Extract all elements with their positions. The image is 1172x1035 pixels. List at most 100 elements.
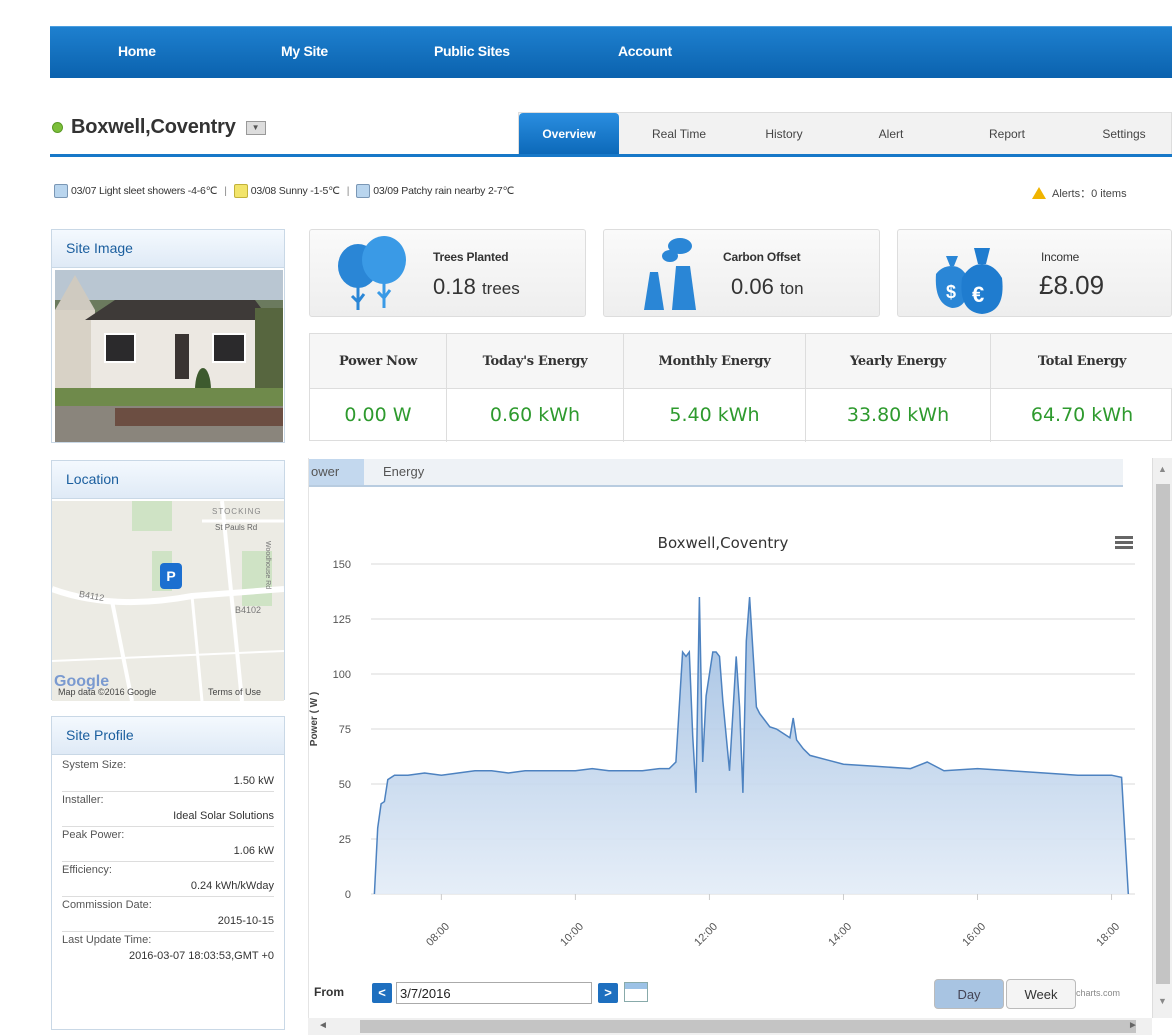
profile-row: Peak Power: 1.06 kW [62,827,274,862]
scroll-down-icon[interactable]: ▼ [1158,996,1167,1006]
energy-value: 0.00 W [344,404,412,426]
income-label: Income [1041,250,1080,264]
energy-header: Power Now [310,334,446,389]
scrollbar-thumb[interactable] [1156,484,1170,984]
profile-label: Commission Date: [62,899,152,911]
energy-cell-power-now: Power Now 0.00 W [310,334,447,442]
profile-value: 1.50 kW [233,775,274,787]
map-street-label: St Pauls Rd [215,523,258,532]
nav-my-site[interactable]: My Site [281,43,328,59]
carbon-unit: ton [779,279,804,298]
from-label: From [314,985,344,999]
scrollbar-thumb[interactable] [360,1020,1136,1033]
income-value: £8.09 [1039,270,1105,300]
status-online-icon [52,122,63,133]
tab-bar: Overview Real Time History Alert Report … [518,112,1172,155]
chart-credit: charts.com [1076,988,1121,998]
alerts-link[interactable]: Alerts：0 items [1032,185,1127,201]
chart-title: Boxwell,Coventry [658,534,789,552]
energy-cell-monthly: Monthly Energy 5.40 kWh [624,334,806,442]
profile-value: 1.06 kW [233,845,274,857]
x-tick-label: 08:00 [424,921,452,949]
nav-account[interactable]: Account [618,43,672,59]
profile-label: Last Update Time: [62,934,152,946]
weather-forecast: 03/07 Light sleet showers -4-6℃ | 03/08 … [54,184,514,198]
site-profile-title: Site Profile [52,717,284,755]
weather-day-1: 03/07 Light sleet showers -4-6℃ [71,185,218,197]
date-input[interactable] [396,982,592,1004]
profile-row: Efficiency: 0.24 kWh/kWday [62,862,274,897]
sun-icon [233,184,248,198]
trees-icon [338,236,406,310]
energy-value: 64.70 kWh [1030,404,1134,426]
profile-label: System Size: [62,759,127,771]
weather-day-2: 03/08 Sunny -1-5℃ [250,185,340,197]
location-panel: Location STOCKING St Pauls Rd B4112 B410… [51,460,285,701]
profile-row: Commission Date: 2015-10-15 [62,897,274,932]
profile-label: Efficiency: [62,864,112,876]
site-header: Boxwell,Coventry ▼ [52,116,266,139]
location-title: Location [52,461,284,499]
map-terms-link[interactable]: Terms of Use [208,687,261,697]
site-image-panel: Site Image [51,229,285,443]
horizontal-scrollbar[interactable]: ◄ ► [308,1018,1152,1035]
series-area [374,597,1129,894]
profile-value: 2016-03-07 18:03:53,GMT +0 [128,950,274,962]
site-name: Boxwell,Coventry [71,116,236,138]
carbon-label: Carbon Offset [723,250,801,264]
money-bags-icon: $ € [935,248,1003,314]
cloud-rain-icon [356,184,371,198]
x-tick-label: 10:00 [558,921,586,949]
site-profile-panel: Site Profile System Size: 1.50 kW Install… [51,716,285,1030]
location-map[interactable]: STOCKING St Pauls Rd B4112 B4102 Woodhou… [52,501,284,701]
map-area-label: STOCKING [212,507,262,516]
energy-cell-today: Today's Energy 0.60 kWh [447,334,624,442]
map-pin-icon[interactable]: P [160,563,182,589]
nav-public-sites[interactable]: Public Sites [434,43,510,59]
site-dropdown-icon[interactable]: ▼ [245,120,266,135]
tab-history[interactable]: History [744,113,824,155]
energy-value: 0.60 kWh [489,404,581,426]
y-tick-label: 100 [333,669,351,681]
tab-settings[interactable]: Settings [1079,113,1169,155]
profile-label: Installer: [62,794,104,806]
warning-icon [1032,187,1046,199]
svg-text:€: € [972,282,984,307]
y-tick-label: 25 [339,834,351,846]
prev-date-button[interactable]: < [372,983,392,1003]
map-copyright: Map data ©2016 Google [58,687,157,697]
trees-value-line: 0.18 trees [433,274,520,300]
energy-cell-yearly: Yearly Energy 33.80 kWh [806,334,991,442]
next-date-button[interactable]: > [598,983,618,1003]
chart-tab-power[interactable]: ower [309,459,364,485]
map-road-label-3: Woodhouse Rd [264,541,271,590]
week-button[interactable]: Week [1006,979,1076,1009]
profile-list: System Size: 1.50 kW Installer: Ideal Sola… [52,755,284,966]
scroll-right-icon[interactable]: ► [1128,1020,1138,1031]
tab-alert[interactable]: Alert [851,113,931,155]
calendar-icon[interactable] [624,982,648,1002]
nav-home[interactable]: Home [118,43,156,59]
trees-planted-card: Trees Planted 0.18 trees [309,229,586,317]
tab-underline [50,154,1172,157]
y-axis-label: Power ( W ) [309,692,320,746]
carbon-value-line: 0.06 ton [731,274,804,300]
scroll-up-icon[interactable]: ▲ [1158,464,1167,474]
scroll-left-icon[interactable]: ◄ [318,1020,328,1031]
carbon-offset-card: Carbon Offset 0.06 ton [603,229,880,317]
tab-real-time[interactable]: Real Time [634,113,724,155]
energy-cell-total: Total Energy 64.70 kWh [991,334,1172,442]
day-button[interactable]: Day [934,979,1004,1009]
power-chart: Boxwell,Coventry 0 25 50 75 100 125 150 Power ( … [309,534,1135,949]
site-photo[interactable] [55,270,283,442]
tab-report[interactable]: Report [967,113,1047,155]
map-road-label-2: B4102 [235,605,262,615]
chart-tab-energy[interactable]: Energy [383,459,424,485]
vertical-scrollbar[interactable]: ▲ ▼ [1152,458,1172,1018]
tab-overview[interactable]: Overview [519,113,619,155]
y-tick-label: 125 [333,614,351,626]
energy-header: Yearly Energy [806,334,990,389]
top-navigation: Home My Site Public Sites Account [50,26,1172,78]
profile-row: Last Update Time: 2016-03-07 18:03:53,GMT… [62,932,274,966]
cloud-rain-icon [54,184,68,198]
